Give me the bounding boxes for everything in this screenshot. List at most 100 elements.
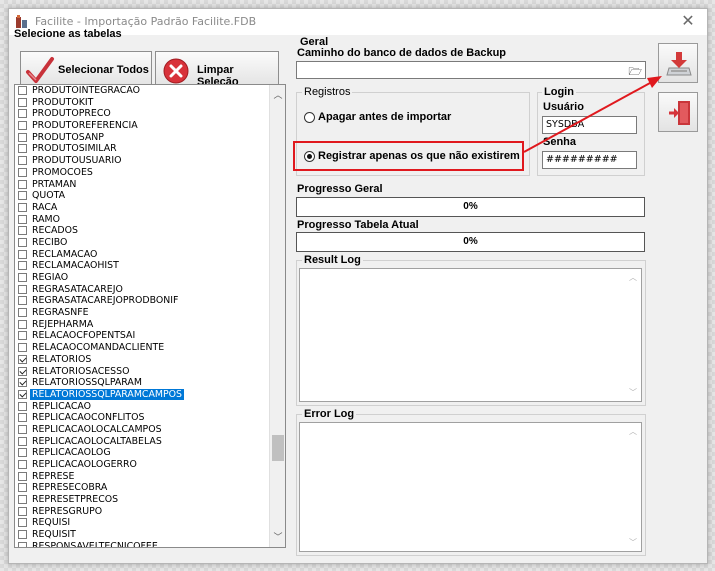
table-checkbox[interactable] xyxy=(18,530,27,540)
table-checkbox[interactable] xyxy=(18,506,27,516)
table-checkbox[interactable] xyxy=(18,541,27,547)
table-checkbox[interactable] xyxy=(18,436,27,446)
table-row[interactable]: REPLICACAO xyxy=(15,401,270,413)
password-input[interactable]: ######### xyxy=(542,151,637,169)
table-checkbox[interactable] xyxy=(18,343,27,353)
tables-list[interactable]: PRODUTOINTEGRACAO PRODUTOKIT PRODUTOPRECO P… xyxy=(14,84,286,548)
table-row[interactable]: RELACAOCFOPENTSAI xyxy=(15,330,270,342)
progress-current-bar: 0% xyxy=(296,232,645,252)
table-checkbox[interactable] xyxy=(18,214,27,224)
table-row[interactable]: PRODUTOREFERENCIA xyxy=(15,120,270,132)
table-row[interactable]: RESPONSAVELTECNICOFEE xyxy=(15,541,270,547)
table-row[interactable]: REPLICACAOLOGERRO xyxy=(15,459,270,471)
table-row[interactable]: REGIAO xyxy=(15,272,270,284)
table-checkbox[interactable] xyxy=(18,226,27,236)
folder-open-icon[interactable]: 🗁 xyxy=(628,63,642,82)
result-log-textarea[interactable]: ︿ ﹀ xyxy=(299,268,642,402)
table-row[interactable]: PRODUTOPRECO xyxy=(15,108,270,120)
table-checkbox[interactable] xyxy=(18,179,27,189)
table-row[interactable]: RELATORIOSACESSO xyxy=(15,366,270,378)
table-row[interactable]: REPRESGRUPO xyxy=(15,506,270,518)
scroll-up-icon[interactable]: ︿ xyxy=(270,87,285,103)
table-checkbox[interactable] xyxy=(18,121,27,131)
table-checkbox[interactable] xyxy=(18,483,27,493)
table-row[interactable]: REPLICACAOLOCALCAMPOS xyxy=(15,424,270,436)
error-log-scrollbar[interactable]: ︿ ﹀ xyxy=(625,423,641,551)
table-row[interactable]: RELATORIOSSQLPARAM xyxy=(15,377,270,389)
registros-title: Registros xyxy=(302,86,353,98)
table-checkbox[interactable] xyxy=(18,354,27,364)
table-row[interactable]: REPRESETPRECOS xyxy=(15,494,270,506)
backup-path-input[interactable]: 🗁 xyxy=(296,61,646,79)
table-checkbox[interactable] xyxy=(18,261,27,271)
table-checkbox[interactable] xyxy=(18,413,27,423)
table-checkbox[interactable] xyxy=(18,495,27,505)
table-checkbox[interactable] xyxy=(18,460,27,469)
table-checkbox[interactable] xyxy=(18,366,27,376)
table-row[interactable]: RECADOS xyxy=(15,225,270,237)
table-row[interactable]: RAMO xyxy=(15,214,270,226)
table-row[interactable]: REGRASATACAREJOPRODBONIF xyxy=(15,295,270,307)
table-checkbox[interactable] xyxy=(18,97,27,107)
table-checkbox[interactable] xyxy=(18,296,27,306)
table-row[interactable]: REGRASNFE xyxy=(15,307,270,319)
table-checkbox[interactable] xyxy=(18,424,27,434)
table-row[interactable]: PRODUTOSIMILAR xyxy=(15,143,270,155)
table-checkbox[interactable] xyxy=(18,378,27,388)
table-row[interactable]: RACA xyxy=(15,202,270,214)
table-row[interactable]: PROMOCOES xyxy=(15,167,270,179)
table-row[interactable]: PRODUTOSANP xyxy=(15,132,270,144)
scroll-thumb[interactable] xyxy=(272,435,284,461)
table-checkbox[interactable] xyxy=(18,132,27,142)
table-row[interactable]: REQUISIT xyxy=(15,529,270,541)
table-checkbox[interactable] xyxy=(18,389,27,399)
table-checkbox[interactable] xyxy=(18,284,27,294)
table-name: REGRASATACAREJOPRODBONIF xyxy=(32,295,179,307)
table-row[interactable]: RELATORIOS xyxy=(15,354,270,366)
table-row[interactable]: REPLICACAOLOG xyxy=(15,447,270,459)
table-row[interactable]: PRODUTOUSUARIO xyxy=(15,155,270,167)
table-checkbox[interactable] xyxy=(18,308,27,318)
table-checkbox[interactable] xyxy=(18,144,27,154)
table-checkbox[interactable] xyxy=(18,109,27,119)
table-checkbox[interactable] xyxy=(18,448,27,458)
table-row[interactable]: PRODUTOINTEGRACAO xyxy=(15,85,270,97)
radio-delete-before-import[interactable] xyxy=(304,112,315,123)
table-row[interactable]: RELACAOCOMANDACLIENTE xyxy=(15,342,270,354)
table-checkbox[interactable] xyxy=(18,518,27,528)
table-row[interactable]: PRODUTOKIT xyxy=(15,97,270,109)
table-checkbox[interactable] xyxy=(18,237,27,247)
exit-button[interactable] xyxy=(658,92,698,132)
close-icon[interactable]: ✕ xyxy=(679,12,697,30)
import-button[interactable] xyxy=(658,43,698,83)
table-checkbox[interactable] xyxy=(18,202,27,212)
table-row[interactable]: RECIBO xyxy=(15,237,270,249)
table-row[interactable]: REPRESECOBRA xyxy=(15,482,270,494)
table-checkbox[interactable] xyxy=(18,273,27,282)
table-checkbox[interactable] xyxy=(18,86,27,95)
table-row[interactable]: REQUISI xyxy=(15,517,270,529)
table-row[interactable]: RECLAMACAO xyxy=(15,249,270,261)
table-checkbox[interactable] xyxy=(18,331,27,341)
table-checkbox[interactable] xyxy=(18,249,27,259)
table-row[interactable]: PRTAMAN xyxy=(15,179,270,191)
table-row[interactable]: RELATORIOSSQLPARAMCAMPOS xyxy=(15,388,270,401)
result-log-scrollbar[interactable]: ︿ ﹀ xyxy=(625,269,641,401)
table-checkbox[interactable] xyxy=(18,401,27,411)
user-input[interactable]: SYSDBA xyxy=(542,116,637,134)
error-log-textarea[interactable]: ︿ ﹀ xyxy=(299,422,642,552)
table-row[interactable]: REPRESE xyxy=(15,471,270,483)
table-row[interactable]: RECLAMACAOHIST xyxy=(15,260,270,272)
table-checkbox[interactable] xyxy=(18,167,27,177)
table-row[interactable]: REGRASATACAREJO xyxy=(15,284,270,296)
table-row[interactable]: REJEPHARMA xyxy=(15,319,270,331)
table-checkbox[interactable] xyxy=(18,156,27,166)
table-checkbox[interactable] xyxy=(18,191,27,201)
table-checkbox[interactable] xyxy=(18,471,27,481)
scroll-down-icon[interactable]: ﹀ xyxy=(270,529,285,545)
table-row[interactable]: QUOTA xyxy=(15,190,270,202)
tables-list-scrollbar[interactable]: ︿ ﹀ xyxy=(269,85,285,547)
table-checkbox[interactable] xyxy=(18,319,27,329)
table-row[interactable]: REPLICACAOLOCALTABELAS xyxy=(15,436,270,448)
table-row[interactable]: REPLICACAOCONFLITOS xyxy=(15,412,270,424)
